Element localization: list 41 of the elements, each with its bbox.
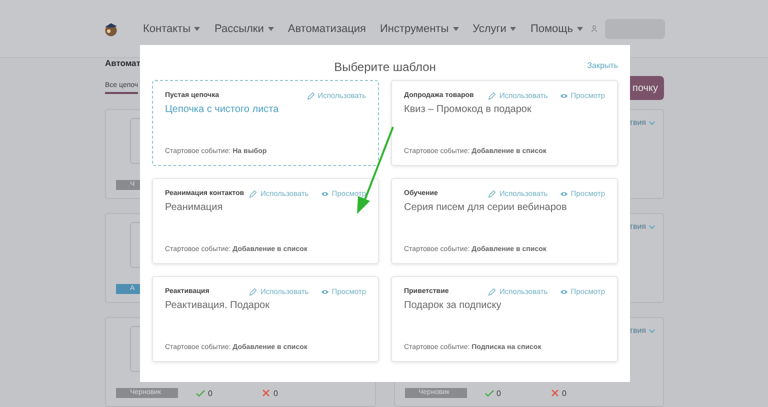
- dialog-title: Выберите шаблон: [334, 60, 436, 74]
- template-name: Серия писем для серии вебинаров: [404, 202, 568, 213]
- template-name: Реанимация: [165, 202, 224, 213]
- pencil-icon: [488, 92, 496, 100]
- failure-count: 0: [550, 388, 566, 398]
- page-heading: Автомат: [105, 58, 140, 68]
- actions-link[interactable]: твия: [629, 118, 655, 127]
- pencil-icon: [306, 92, 315, 100]
- template-name: Квиз – Промокод в подарок: [404, 104, 532, 115]
- chevron-icon: [649, 328, 655, 332]
- pencil-icon: [249, 190, 258, 198]
- success-count: 0: [196, 388, 212, 398]
- check-icon: [196, 390, 205, 396]
- nav-menu-item[interactable]: Автоматизация: [288, 22, 366, 34]
- pencil-icon: [249, 288, 258, 296]
- eye-icon: [560, 190, 568, 196]
- actions-link[interactable]: твия: [629, 222, 655, 231]
- eye-icon: [560, 288, 568, 294]
- close-link[interactable]: Закрыть: [587, 61, 618, 70]
- failure-count: 0: [262, 388, 278, 398]
- nav-menu-item[interactable]: Рассылки: [214, 22, 274, 34]
- chevron-icon: [649, 224, 655, 228]
- pencil-icon: [488, 288, 496, 296]
- nav-menu-item[interactable]: Помощь: [530, 22, 583, 34]
- eye-icon: [560, 92, 568, 98]
- eye-icon: [320, 190, 329, 196]
- success-count: 0: [484, 388, 501, 398]
- template-name: Реактивация. Подарок: [165, 300, 270, 311]
- template-name: Подарок за подписку: [404, 300, 502, 311]
- check-icon: [484, 390, 494, 396]
- eye-icon: [320, 288, 329, 294]
- template-name: Цепочка с чистого листа: [165, 104, 280, 115]
- chevron-icon: [649, 120, 655, 124]
- pencil-icon: [488, 190, 496, 198]
- cross-icon: [550, 389, 559, 397]
- nav-menu-item[interactable]: Контакты: [142, 22, 200, 34]
- nav-menu-item[interactable]: Инструменты: [380, 22, 459, 34]
- nav-menu-item[interactable]: Услуги: [472, 22, 516, 34]
- user-icon[interactable]: [590, 24, 598, 33]
- cross-icon: [262, 389, 270, 397]
- actions-link[interactable]: твия: [629, 326, 655, 335]
